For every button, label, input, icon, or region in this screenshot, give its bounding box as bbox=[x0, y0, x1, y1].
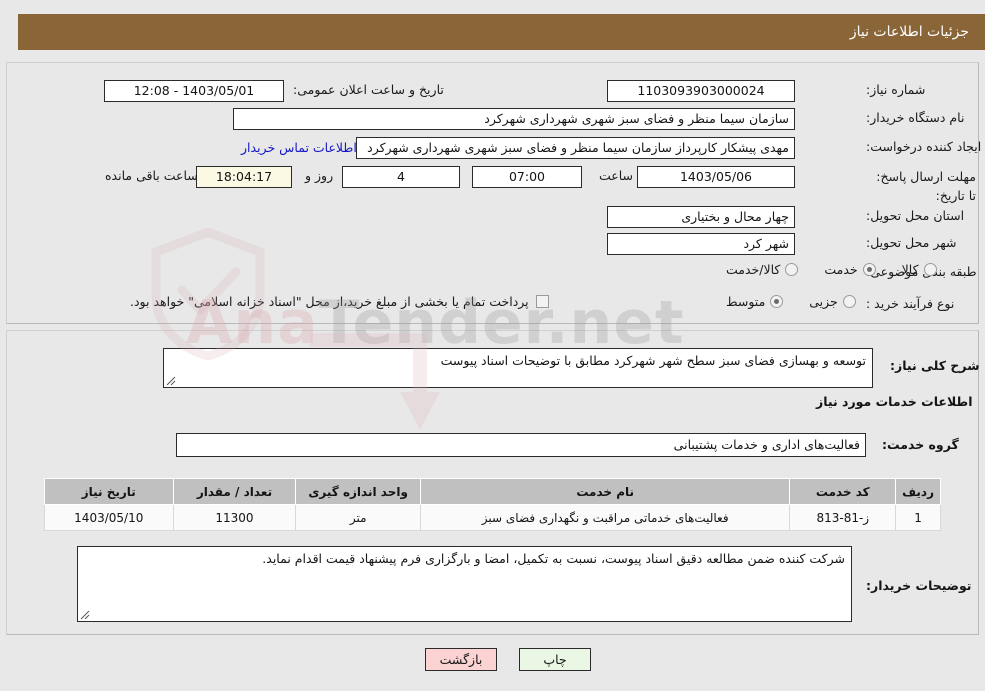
city-label: شهر محل تحویل: bbox=[866, 235, 957, 250]
cell-quantity: 11300 bbox=[172, 504, 297, 531]
category-option-kala-label: کالا bbox=[901, 262, 919, 277]
category-option-kala[interactable]: کالا bbox=[902, 262, 937, 277]
province-label-wrap: استان محل تحویل: bbox=[866, 208, 964, 223]
col-radif: ردیف bbox=[895, 478, 941, 505]
process-radio-group: جزیی متوسط bbox=[700, 294, 856, 309]
city-value: شهر کرد bbox=[607, 233, 795, 255]
service-group-label-wrap: گروه خدمت: bbox=[882, 437, 959, 452]
buyer-org-label: نام دستگاه خریدار: bbox=[866, 110, 965, 125]
deadline-hour-value: 07:00 bbox=[472, 166, 582, 188]
resize-grip-icon bbox=[80, 610, 90, 620]
category-option-kala-khedmat[interactable]: کالا/خدمت bbox=[726, 262, 799, 277]
col-quantity: تعداد / مقدار bbox=[172, 478, 297, 505]
col-need-date: تاریخ نیاز bbox=[44, 478, 174, 505]
resize-grip-icon bbox=[166, 376, 176, 386]
radio-icon[interactable] bbox=[862, 263, 876, 276]
table-header-row: ردیف کد خدمت نام خدمت واحد اندازه گیری ت… bbox=[44, 478, 941, 505]
category-option-khedmat-label: خدمت bbox=[824, 262, 858, 277]
cell-code: ز-81-813 bbox=[789, 504, 897, 531]
announce-datetime-value: 1403/05/01 - 12:08 bbox=[104, 80, 284, 102]
city-label-wrap: شهر محل تحویل: bbox=[866, 235, 956, 250]
radio-icon[interactable] bbox=[923, 263, 937, 276]
page-root: AnaTender.net جزئیات اطلاعات نیاز شماره … bbox=[0, 0, 985, 691]
general-desc-label: شرح کلی نیاز: bbox=[890, 358, 980, 373]
general-desc-label-wrap: شرح کلی نیاز: bbox=[890, 358, 979, 373]
category-option-khedmat[interactable]: خدمت bbox=[824, 262, 876, 277]
province-value: چهار محال و بختیاری bbox=[607, 206, 795, 228]
service-group-value: فعالیت‌های اداری و خدمات پشتیبانی bbox=[176, 433, 866, 457]
general-desc-value: توسعه و بهسازی فضای سبز سطح شهر شهرکرد م… bbox=[440, 353, 866, 368]
buyer-notes-value: شرکت کننده ضمن مطالعه دقیق اسناد پیوست، … bbox=[262, 551, 845, 566]
print-button[interactable]: چاپ bbox=[519, 648, 591, 671]
services-table: ردیف کد خدمت نام خدمت واحد اندازه گیری ت… bbox=[44, 478, 941, 531]
table-row: 1 ز-81-813 فعالیت‌های خدماتی مراقبت و نگ… bbox=[44, 504, 941, 531]
treasury-checkbox-row[interactable]: پرداخت تمام یا بخشی از مبلغ خرید،از محل … bbox=[130, 294, 549, 309]
radio-icon[interactable] bbox=[842, 295, 856, 308]
need-number-value: 1103093903000024 bbox=[607, 80, 795, 102]
cell-name: فعالیت‌های خدماتی مراقبت و نگهداری فضای … bbox=[419, 504, 791, 531]
col-unit: واحد اندازه گیری bbox=[295, 478, 421, 505]
category-radio-group: کالا خدمت کالا/خدمت bbox=[700, 262, 937, 277]
cell-radif: 1 bbox=[895, 504, 941, 531]
top-strip bbox=[0, 0, 985, 14]
process-label: نوع فرآیند خرید : bbox=[866, 296, 955, 311]
need-number-label: شماره نیاز: bbox=[866, 82, 926, 97]
header-left-edge bbox=[0, 14, 18, 50]
header-bar: جزئیات اطلاعات نیاز bbox=[18, 14, 985, 50]
services-section-title: اطلاعات خدمات مورد نیاز bbox=[816, 394, 973, 409]
process-option-motavaset-label: متوسط bbox=[726, 294, 766, 309]
category-option-kala-khedmat-label: کالا/خدمت bbox=[726, 262, 781, 277]
process-label-wrap: نوع فرآیند خرید : bbox=[866, 296, 954, 311]
remaining-suffix-label: ساعت باقی مانده bbox=[105, 168, 198, 183]
province-label: استان محل تحویل: bbox=[866, 208, 965, 223]
buyer-notes-textarea[interactable]: شرکت کننده ضمن مطالعه دقیق اسناد پیوست، … bbox=[77, 546, 852, 622]
back-button[interactable]: بازگشت bbox=[425, 648, 497, 671]
service-group-label: گروه خدمت: bbox=[882, 437, 959, 452]
process-option-jozii-label: جزیی bbox=[809, 294, 838, 309]
treasury-checkbox-label: پرداخت تمام یا بخشی از مبلغ خرید،از محل … bbox=[130, 294, 529, 309]
radio-icon[interactable] bbox=[770, 295, 784, 308]
buyer-contact-link[interactable]: اطلاعات تماس خریدار bbox=[241, 140, 357, 155]
buyer-org-value: سازمان سیما منظر و فضای سبز شهری شهرداری… bbox=[233, 108, 795, 130]
checkbox-icon[interactable] bbox=[535, 295, 549, 308]
days-word-label: روز و bbox=[305, 168, 334, 183]
announce-datetime-label: تاریخ و ساعت اعلان عمومی: bbox=[293, 82, 444, 97]
cell-need-date: 1403/05/10 bbox=[44, 504, 174, 531]
buyer-notes-label: توضیحات خریدار: bbox=[866, 578, 972, 593]
need-number-label-wrap: شماره نیاز: bbox=[866, 82, 925, 97]
process-option-motavaset[interactable]: متوسط bbox=[726, 294, 784, 309]
general-desc-textarea[interactable]: توسعه و بهسازی فضای سبز سطح شهر شهرکرد م… bbox=[163, 348, 873, 388]
services-section-title-wrap: اطلاعات خدمات مورد نیاز bbox=[816, 394, 973, 409]
announce-datetime-label-wrap: تاریخ و ساعت اعلان عمومی: bbox=[293, 82, 444, 97]
days-remaining-value: 4 bbox=[342, 166, 460, 188]
col-name: نام خدمت bbox=[419, 478, 791, 505]
requester-label-wrap: ایجاد کننده درخواست: bbox=[866, 139, 981, 154]
cell-unit: متر bbox=[295, 504, 421, 531]
radio-icon[interactable] bbox=[785, 263, 799, 276]
deadline-label-wrap: مهلت ارسال پاسخ: تا تاریخ: bbox=[866, 166, 976, 204]
col-code: کد خدمت bbox=[789, 478, 897, 505]
deadline-label: مهلت ارسال پاسخ: تا تاریخ: bbox=[876, 169, 976, 203]
requester-value: مهدی پیشکار کارپرداز سازمان سیما منظر و … bbox=[356, 137, 795, 159]
buyer-notes-label-wrap: توضیحات خریدار: bbox=[866, 578, 972, 593]
requester-label: ایجاد کننده درخواست: bbox=[866, 139, 982, 154]
page-title: جزئیات اطلاعات نیاز bbox=[849, 24, 969, 40]
buyer-org-label-wrap: نام دستگاه خریدار: bbox=[866, 110, 964, 125]
time-remaining-value: 18:04:17 bbox=[196, 166, 292, 188]
deadline-date-value: 1403/05/06 bbox=[637, 166, 795, 188]
deadline-hour-label: ساعت bbox=[599, 168, 634, 183]
process-option-jozii[interactable]: جزیی bbox=[809, 294, 856, 309]
